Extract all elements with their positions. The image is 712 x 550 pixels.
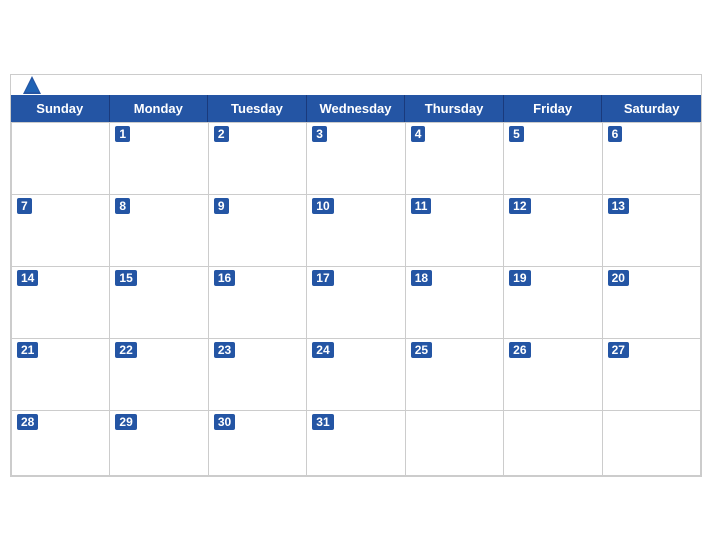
day-number: 30 [214,414,235,430]
day-number: 5 [509,126,524,142]
day-number: 12 [509,198,530,214]
day-number: 13 [608,198,629,214]
day-cell-empty [406,411,504,476]
day-cell-9: 9 [209,195,307,267]
day-number: 11 [411,198,432,214]
day-cell-17: 17 [307,267,405,339]
day-number: 19 [509,270,530,286]
day-number: 25 [411,342,432,358]
day-number: 23 [214,342,235,358]
day-cell-7: 7 [12,195,110,267]
day-number: 3 [312,126,327,142]
day-number: 26 [509,342,530,358]
day-number: 10 [312,198,333,214]
day-cell-22: 22 [110,339,208,411]
day-header-thursday: Thursday [405,95,504,122]
day-number: 21 [17,342,38,358]
day-cell-empty [603,411,701,476]
day-cell-20: 20 [603,267,701,339]
day-number: 31 [312,414,333,430]
day-cell-6: 6 [603,123,701,195]
day-cell-23: 23 [209,339,307,411]
day-cell-5: 5 [504,123,602,195]
day-number: 24 [312,342,333,358]
day-cell-18: 18 [406,267,504,339]
day-cell-26: 26 [504,339,602,411]
day-number: 14 [17,270,38,286]
day-cell-30: 30 [209,411,307,476]
day-cell-25: 25 [406,339,504,411]
day-cell-4: 4 [406,123,504,195]
day-number: 7 [17,198,32,214]
day-header-friday: Friday [504,95,603,122]
day-number: 28 [17,414,38,430]
day-cell-19: 19 [504,267,602,339]
day-cell-24: 24 [307,339,405,411]
day-cell-10: 10 [307,195,405,267]
day-number: 18 [411,270,432,286]
day-number: 8 [115,198,130,214]
day-cell-empty [12,123,110,195]
day-cell-21: 21 [12,339,110,411]
day-cell-16: 16 [209,267,307,339]
day-number: 4 [411,126,426,142]
day-cell-11: 11 [406,195,504,267]
day-number: 17 [312,270,333,286]
day-number: 29 [115,414,136,430]
day-number: 22 [115,342,136,358]
day-number: 1 [115,126,130,142]
day-header-tuesday: Tuesday [208,95,307,122]
day-cell-2: 2 [209,123,307,195]
calendar-header [11,75,701,95]
day-cell-12: 12 [504,195,602,267]
logo-icon [21,74,43,96]
day-cell-28: 28 [12,411,110,476]
day-number: 2 [214,126,229,142]
day-cell-8: 8 [110,195,208,267]
day-header-sunday: Sunday [11,95,110,122]
day-number: 6 [608,126,623,142]
day-header-wednesday: Wednesday [307,95,406,122]
day-cell-31: 31 [307,411,405,476]
day-cell-empty [504,411,602,476]
day-cell-14: 14 [12,267,110,339]
day-cell-3: 3 [307,123,405,195]
day-headers-row: SundayMondayTuesdayWednesdayThursdayFrid… [11,95,701,122]
day-number: 9 [214,198,229,214]
day-cell-1: 1 [110,123,208,195]
day-cell-13: 13 [603,195,701,267]
day-header-monday: Monday [110,95,209,122]
logo [21,74,46,96]
day-number: 20 [608,270,629,286]
calendar-grid: 1234567891011121314151617181920212223242… [11,122,701,476]
calendar: SundayMondayTuesdayWednesdayThursdayFrid… [10,74,702,477]
day-number: 15 [115,270,136,286]
day-cell-27: 27 [603,339,701,411]
day-cell-15: 15 [110,267,208,339]
day-number: 27 [608,342,629,358]
day-cell-29: 29 [110,411,208,476]
day-number: 16 [214,270,235,286]
day-header-saturday: Saturday [602,95,701,122]
